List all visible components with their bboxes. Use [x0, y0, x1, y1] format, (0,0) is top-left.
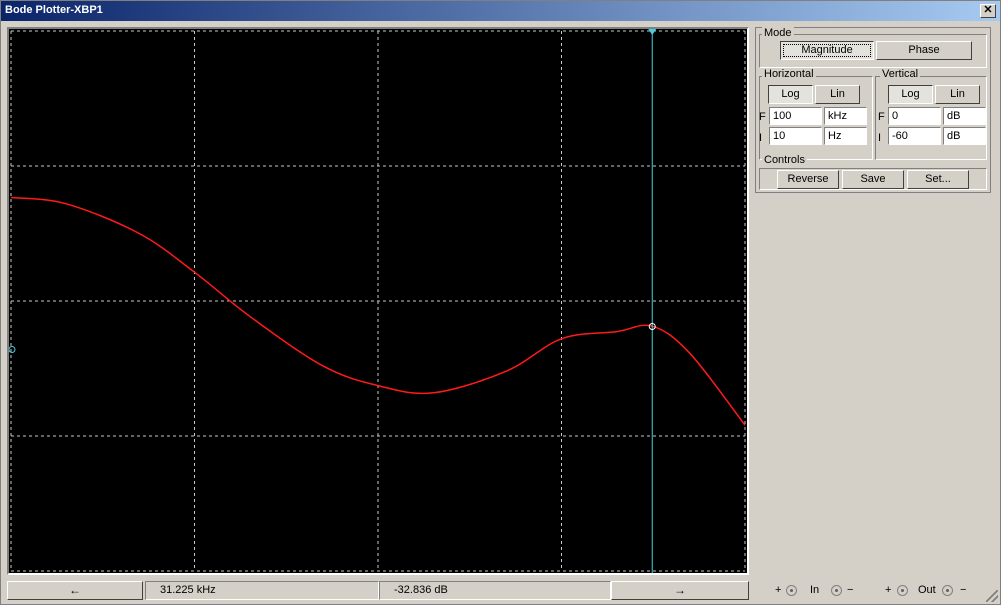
out-minus-label: −	[960, 584, 967, 596]
out-minus-terminal[interactable]	[942, 585, 953, 596]
mode-label: Mode	[762, 27, 794, 39]
window-title: Bode Plotter-XBP1	[5, 4, 103, 16]
in-minus-label: −	[847, 584, 854, 596]
vertical-final-value[interactable]: 0	[888, 107, 941, 125]
plot-area[interactable]	[7, 27, 749, 575]
arrow-left-icon: ←	[69, 583, 81, 597]
in-label: In	[810, 584, 820, 596]
cursor-marker-icon	[648, 29, 657, 35]
vertical-final-letter: F	[878, 111, 885, 123]
out-label: Out	[918, 584, 936, 596]
title-bar[interactable]: Bode Plotter-XBP1 ✕	[1, 1, 1000, 21]
close-button[interactable]: ✕	[980, 4, 996, 18]
cursor-left-button[interactable]: ←	[7, 581, 143, 600]
horizontal-log-button[interactable]: Log	[768, 85, 813, 104]
arrow-right-icon: →	[674, 583, 686, 597]
horizontal-label: Horizontal	[762, 68, 816, 80]
horizontal-initial-value[interactable]: 10	[769, 127, 822, 145]
save-button[interactable]: Save	[842, 170, 904, 189]
magnitude-button[interactable]: Magnitude	[780, 41, 874, 60]
bode-plot[interactable]	[9, 29, 747, 573]
vertical-initial-unit[interactable]: dB	[943, 127, 986, 145]
vertical-log-button[interactable]: Log	[888, 85, 933, 104]
horizontal-initial-unit[interactable]: Hz	[824, 127, 867, 145]
horizontal-lin-button[interactable]: Lin	[815, 85, 860, 104]
magnitude-readout: -32.836 dB	[379, 581, 611, 600]
vertical-initial-value[interactable]: -60	[888, 127, 941, 145]
vertical-final-unit[interactable]: dB	[943, 107, 986, 125]
control-panel: Mode Magnitude Phase Horizontal Log Lin …	[755, 27, 991, 193]
out-plus-label: +	[885, 584, 892, 596]
vertical-label: Vertical	[880, 68, 921, 80]
vertical-initial-letter: I	[878, 132, 882, 144]
horizontal-final-value[interactable]: 100	[769, 107, 822, 125]
vertical-lin-button[interactable]: Lin	[935, 85, 980, 104]
reverse-button[interactable]: Reverse	[777, 170, 839, 189]
horizontal-initial-letter: I	[759, 132, 763, 144]
cursor-right-button[interactable]: →	[611, 581, 749, 600]
in-plus-terminal[interactable]	[786, 585, 797, 596]
out-plus-terminal[interactable]	[897, 585, 908, 596]
frequency-readout: 31.225 kHz	[145, 581, 379, 600]
resize-grip-icon[interactable]	[986, 590, 998, 602]
phase-button[interactable]: Phase	[876, 41, 972, 60]
bode-plotter-window: Bode Plotter-XBP1 ✕ Mode Magnitude Phase…	[0, 0, 1001, 605]
in-minus-terminal[interactable]	[831, 585, 842, 596]
controls-label: Controls	[762, 154, 807, 166]
set-button[interactable]: Set...	[907, 170, 969, 189]
horizontal-final-letter: F	[759, 111, 766, 123]
in-plus-label: +	[775, 584, 782, 596]
horizontal-final-unit[interactable]: kHz	[824, 107, 867, 125]
axis-marker-icon	[9, 346, 16, 353]
